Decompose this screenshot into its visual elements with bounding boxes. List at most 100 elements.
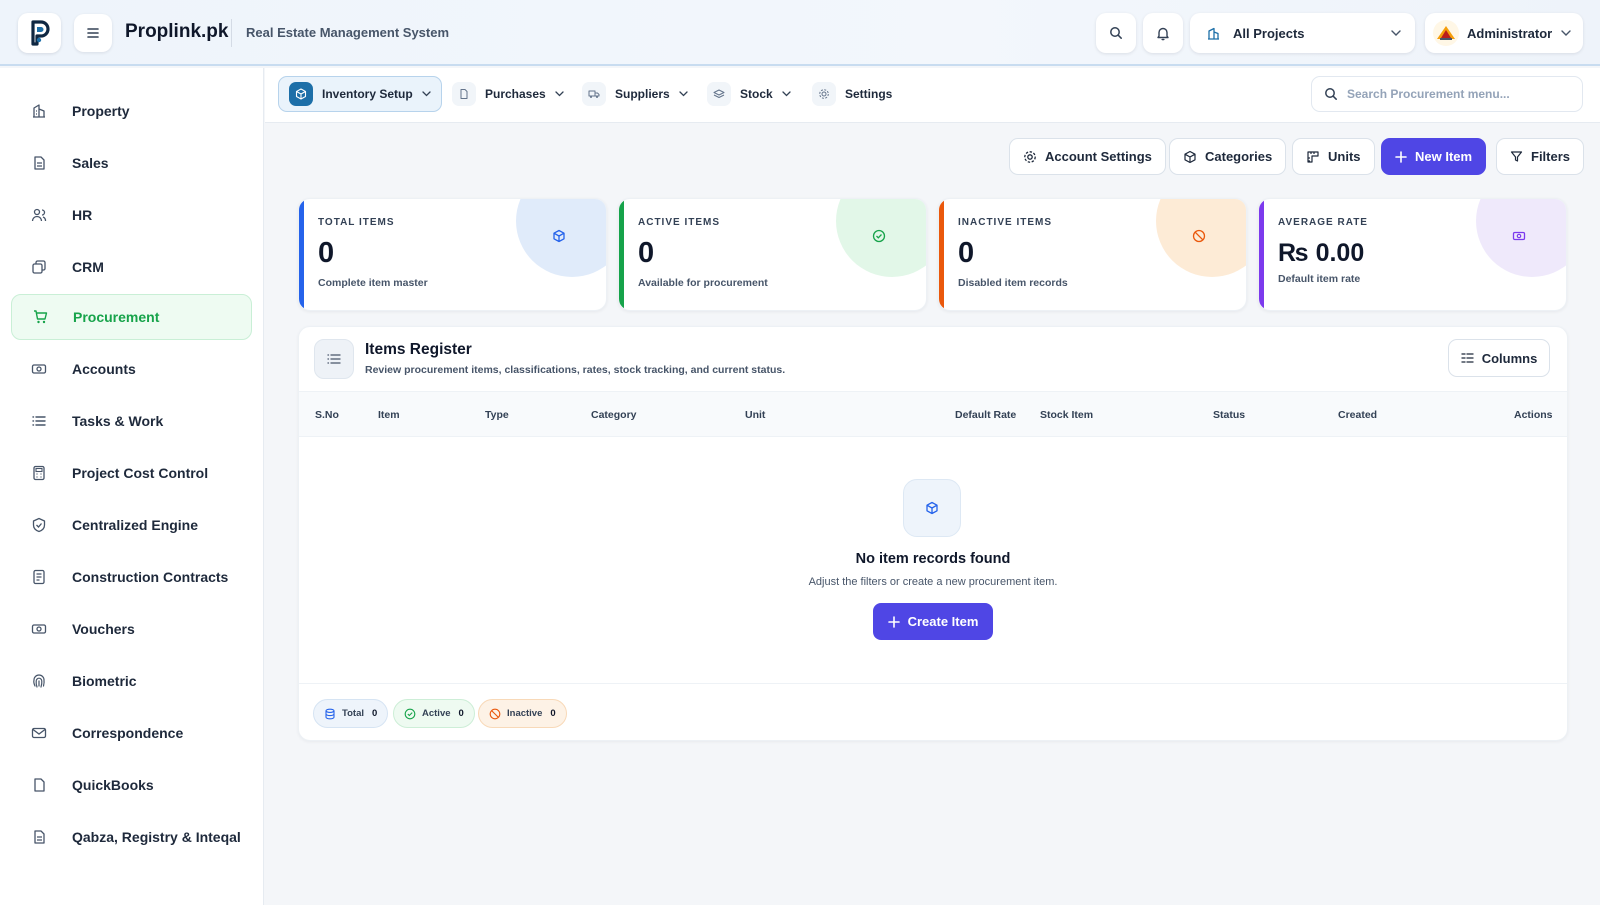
- categories-label: Categories: [1205, 149, 1273, 164]
- search-button[interactable]: [1096, 13, 1136, 53]
- hamburger-icon: [87, 28, 99, 38]
- column-header-category[interactable]: Category: [591, 409, 637, 421]
- register-header: Items Register Review procurement items,…: [299, 327, 1567, 392]
- sidebar-item-accounts[interactable]: Accounts: [11, 346, 252, 392]
- stat-value: 0: [638, 237, 655, 269]
- empty-state-title: No item records found: [855, 551, 1011, 567]
- chevron-down-icon: [1391, 30, 1401, 36]
- sidebar-item-construction-contracts[interactable]: Construction Contracts: [11, 554, 252, 600]
- badge-label: Active: [422, 708, 451, 719]
- sidebar-item-label: Construction Contracts: [72, 569, 229, 585]
- register-footer: Total 0 Active 0 Inactive 0: [299, 683, 1567, 740]
- sidebar-item-label: Correspondence: [72, 725, 184, 741]
- columns-label: Columns: [1481, 350, 1538, 366]
- tab-settings[interactable]: Settings: [802, 76, 902, 112]
- column-header-default-rate[interactable]: Default Rate: [955, 409, 1016, 421]
- columns-button[interactable]: Columns: [1448, 339, 1550, 377]
- inactive-count-badge: Inactive 0: [478, 699, 567, 728]
- check-circle-icon: [404, 708, 416, 719]
- sidebar-item-qabza-registry[interactable]: Qabza, Registry & Inteqal: [11, 814, 252, 860]
- building-icon: [28, 100, 50, 122]
- sidebar-item-label: Biometric: [72, 673, 137, 689]
- notifications-button[interactable]: [1143, 13, 1183, 53]
- sidebar-item-project-cost-control[interactable]: Project Cost Control: [11, 450, 252, 496]
- tab-suppliers[interactable]: Suppliers: [572, 76, 698, 112]
- plus-icon: [1395, 150, 1407, 163]
- stat-title: TOTAL ITEMS: [318, 217, 395, 228]
- column-header-type[interactable]: Type: [485, 409, 509, 421]
- table-header: S.No Item Type Category Unit Default Rat…: [299, 392, 1567, 437]
- sidebar-item-sales[interactable]: Sales: [11, 140, 252, 186]
- tab-stock[interactable]: Stock: [697, 76, 801, 112]
- badge-count: 0: [372, 708, 378, 719]
- top-bar: Proplink.pk Real Estate Management Syste…: [0, 0, 1600, 66]
- app-logo[interactable]: [18, 13, 61, 53]
- header-divider: [231, 19, 232, 47]
- cash-icon: [1512, 231, 1526, 241]
- column-header-sno[interactable]: S.No: [315, 409, 339, 421]
- create-item-label: Create Item: [907, 614, 979, 629]
- stat-card-active-items: ACTIVE ITEMS 0 Available for procurement: [618, 198, 927, 311]
- sidebar-item-centralized-engine[interactable]: Centralized Engine: [11, 502, 252, 548]
- list-icon: [28, 410, 50, 432]
- truck-icon: [582, 82, 606, 106]
- sidebar-item-quickbooks[interactable]: QuickBooks: [11, 762, 252, 808]
- sidebar-item-vouchers[interactable]: Vouchers: [11, 606, 252, 652]
- account-settings-button[interactable]: Account Settings: [1009, 138, 1166, 175]
- contract-icon: [28, 566, 50, 588]
- company-logo-icon: [1437, 26, 1455, 40]
- fingerprint-icon: [28, 670, 50, 692]
- plus-icon: [887, 615, 900, 628]
- stat-title: ACTIVE ITEMS: [638, 217, 721, 228]
- column-header-item[interactable]: Item: [378, 409, 400, 421]
- stat-card-total-items: TOTAL ITEMS 0 Complete item master: [298, 198, 607, 311]
- project-selector[interactable]: All Projects: [1190, 13, 1415, 53]
- gear-icon: [1024, 150, 1036, 163]
- sidebar-item-procurement[interactable]: Procurement: [11, 294, 252, 340]
- ban-icon: [1192, 229, 1206, 243]
- categories-button[interactable]: Categories: [1169, 138, 1287, 175]
- menu-toggle-button[interactable]: [74, 14, 112, 52]
- sidebar-item-label: Qabza, Registry & Inteqal: [72, 829, 241, 845]
- badge-label: Total: [342, 708, 364, 719]
- filters-button[interactable]: Filters: [1496, 138, 1585, 175]
- chevron-down-icon: [1561, 30, 1571, 36]
- column-header-stock-item[interactable]: Stock Item: [1040, 409, 1093, 421]
- user-name: Administrator: [1467, 25, 1553, 41]
- user-menu[interactable]: Administrator: [1425, 13, 1583, 53]
- units-label: Units: [1328, 149, 1361, 164]
- stat-description: Default item rate: [1278, 273, 1361, 285]
- tab-inventory-setup[interactable]: Inventory Setup: [278, 76, 442, 112]
- column-header-created[interactable]: Created: [1338, 409, 1377, 421]
- tab-label: Settings: [845, 87, 893, 101]
- sidebar-item-crm[interactable]: CRM: [11, 244, 252, 290]
- logo-icon: [30, 20, 50, 46]
- column-header-unit[interactable]: Unit: [745, 409, 765, 421]
- units-button[interactable]: Units: [1292, 138, 1375, 175]
- tab-purchases[interactable]: Purchases: [442, 76, 574, 112]
- sidebar-item-biometric[interactable]: Biometric: [11, 658, 252, 704]
- chevron-down-icon: [422, 91, 431, 97]
- database-icon: [325, 708, 335, 719]
- card-icon-blob: [1476, 199, 1566, 277]
- stat-card-average-rate: AVERAGE RATE ₨ 0.00 Default item rate: [1258, 198, 1567, 311]
- mail-icon: [28, 722, 50, 744]
- sidebar-item-property[interactable]: Property: [11, 88, 252, 134]
- new-item-button[interactable]: New Item: [1381, 138, 1487, 175]
- column-header-status[interactable]: Status: [1213, 409, 1245, 421]
- sidebar-item-tasks[interactable]: Tasks & Work: [11, 398, 252, 444]
- sidebar-item-hr[interactable]: HR: [11, 192, 252, 238]
- document-icon: [452, 82, 476, 106]
- create-item-button[interactable]: Create Item: [873, 603, 993, 640]
- stat-value: ₨ 0.00: [1278, 239, 1365, 267]
- register-title: Items Register: [365, 341, 472, 358]
- box-icon: [1184, 150, 1196, 163]
- ruler-icon: [1307, 150, 1319, 163]
- search-input[interactable]: [1347, 87, 1567, 101]
- procurement-search[interactable]: [1311, 76, 1583, 112]
- sidebar-item-correspondence[interactable]: Correspondence: [11, 710, 252, 756]
- document-icon: [28, 152, 50, 174]
- building-icon: [1208, 27, 1219, 40]
- filters-label: Filters: [1531, 149, 1571, 164]
- bell-icon: [1157, 27, 1169, 40]
